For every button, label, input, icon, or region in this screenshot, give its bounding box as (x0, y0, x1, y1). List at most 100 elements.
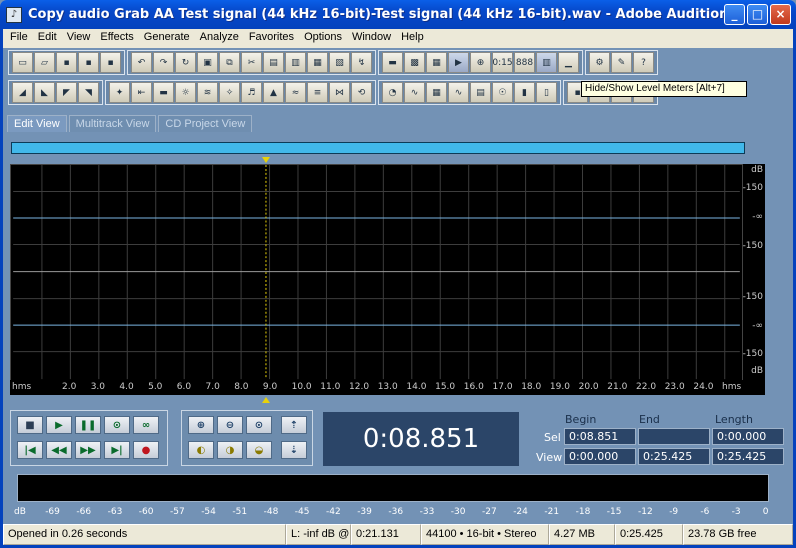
stretch-icon[interactable]: ⋈ (329, 82, 350, 103)
waveform-display[interactable] (10, 164, 743, 395)
record-button[interactable]: ● (133, 441, 159, 459)
rewind-button[interactable]: ◀◀ (46, 441, 72, 459)
batch-icon[interactable]: ⟲ (351, 82, 372, 103)
zoom-left-icon[interactable]: ◐ (188, 441, 214, 459)
sel-begin-field[interactable]: 0:08.851 (564, 428, 636, 445)
trim-icon[interactable]: ▧ (329, 52, 350, 73)
amplify-icon[interactable]: ◢ (12, 82, 33, 103)
statistics-icon[interactable]: ▤ (470, 82, 491, 103)
menu-edit[interactable]: Edit (33, 29, 62, 48)
stop-button[interactable]: ■ (17, 416, 43, 434)
spectral-view-icon[interactable]: ▩ (404, 52, 425, 73)
tab-edit-view[interactable]: Edit View (7, 115, 67, 132)
save-as-icon[interactable]: ▪ (78, 52, 99, 73)
zoom-out-icon[interactable]: ⊖ (217, 416, 243, 434)
repeat-icon[interactable]: ↻ (175, 52, 196, 73)
go-to-start-button[interactable]: |◀ (17, 441, 43, 459)
pause-button[interactable]: ❚❚ (75, 416, 101, 434)
dynamics-icon[interactable]: ▲ (263, 82, 284, 103)
time-panel-icon[interactable]: 0:15 (492, 52, 513, 73)
waveform-view-icon[interactable]: ▬ (382, 52, 403, 73)
noise-reduction-icon[interactable]: ☼ (175, 82, 196, 103)
overview-bar[interactable] (11, 142, 745, 154)
cut-icon[interactable]: ✂ (241, 52, 262, 73)
frequency-analysis-icon[interactable]: ◔ (382, 82, 403, 103)
envelope-icon[interactable]: ◤ (56, 82, 77, 103)
zoom-full-icon[interactable]: ⊙ (246, 416, 272, 434)
zoom-in-icon[interactable]: ⊕ (188, 416, 214, 434)
menu-effects[interactable]: Effects (95, 29, 138, 48)
mix-paste-icon[interactable]: ▥ (285, 52, 306, 73)
cursor-marker-bottom[interactable] (262, 397, 270, 403)
reverb-icon[interactable]: ≈ (285, 82, 306, 103)
cue-list-icon[interactable]: ▦ (426, 52, 447, 73)
minimize-button[interactable]: _ (724, 4, 745, 25)
menu-window[interactable]: Window (347, 29, 396, 48)
cursor-marker-top[interactable] (262, 157, 270, 163)
sel-length-field[interactable]: 0:00.000 (712, 428, 784, 445)
copy-icon[interactable]: ⧉ (219, 52, 240, 73)
sine-generate-icon[interactable]: ∿ (448, 82, 469, 103)
beat-icon[interactable]: ▮ (514, 82, 535, 103)
zoom-selection-icon[interactable]: ◑ (217, 441, 243, 459)
tone-icon[interactable]: ☉ (492, 82, 513, 103)
silence-icon[interactable]: ▬ (153, 82, 174, 103)
open-folder-icon[interactable]: ▱ (34, 52, 55, 73)
phase-analysis-icon[interactable]: ∿ (404, 82, 425, 103)
script-icon[interactable]: ✎ (611, 52, 632, 73)
go-to-end-button[interactable]: ▶| (104, 441, 130, 459)
zoom-in-vertical-icon[interactable]: ⇡ (281, 416, 307, 434)
delay-icon[interactable]: ✧ (219, 82, 240, 103)
marker-icon[interactable]: ▯ (536, 82, 557, 103)
paste-new-icon[interactable]: ▦ (307, 52, 328, 73)
view-length-field[interactable]: 0:25.425 (712, 448, 784, 465)
zoom-panel-icon[interactable]: ⊕ (470, 52, 491, 73)
view-begin-field[interactable]: 0:00.000 (564, 448, 636, 465)
menu-view[interactable]: View (62, 29, 96, 48)
paste-icon[interactable]: ▤ (263, 52, 284, 73)
menu-analyze[interactable]: Analyze (195, 29, 244, 48)
menu-generate[interactable]: Generate (139, 29, 195, 48)
save-icon[interactable]: ▪ (56, 52, 77, 73)
sel-end-field[interactable] (638, 428, 710, 445)
status-bar-icon[interactable]: ▁ (558, 52, 579, 73)
play-button[interactable]: ▶ (46, 416, 72, 434)
select-icon[interactable]: ▣ (197, 52, 218, 73)
redo-icon[interactable]: ↷ (153, 52, 174, 73)
close-button[interactable]: × (770, 4, 791, 25)
menu-options[interactable]: Options (299, 29, 347, 48)
view-end-field[interactable]: 0:25.425 (638, 448, 710, 465)
level-meters-icon[interactable]: ▥ (536, 52, 557, 73)
zoom-right-icon[interactable]: ◒ (246, 441, 272, 459)
play-to-end-button[interactable]: ⊙ (104, 416, 130, 434)
help-icon[interactable]: ? (633, 52, 654, 73)
normalize-icon[interactable]: ◣ (34, 82, 55, 103)
level-meter[interactable] (17, 474, 769, 502)
pitch-icon[interactable]: ♬ (241, 82, 262, 103)
menu-help[interactable]: Help (396, 29, 429, 48)
filter-icon[interactable]: ≋ (197, 82, 218, 103)
reverse-icon[interactable]: ⇤ (131, 82, 152, 103)
convert-icon[interactable]: ↯ (351, 52, 372, 73)
fade-icon[interactable]: ◥ (78, 82, 99, 103)
view-tabs: Edit View Multitrack View CD Project Vie… (7, 115, 253, 132)
save-all-icon[interactable]: ▪ (100, 52, 121, 73)
menu-favorites[interactable]: Favorites (244, 29, 299, 48)
graphic-eq-icon[interactable]: ≡ (307, 82, 328, 103)
spectrum-icon[interactable]: ▦ (426, 82, 447, 103)
loop-button[interactable]: ∞ (133, 416, 159, 434)
time-ruler[interactable]: hms hms 2.0 3.0 4.0 5.0 6.0 7.0 8.0 9.0 10.0 11.0… (10, 380, 765, 395)
maximize-button[interactable]: □ (747, 4, 768, 25)
fast-forward-button[interactable]: ▶▶ (75, 441, 101, 459)
wand-icon[interactable]: ✦ (109, 82, 130, 103)
edit-toolbar: ↶ ↷ ↻ ▣ ⧉ ✂ ▤ ▥ ▦ ▧ ↯ (127, 50, 376, 75)
settings-icon[interactable]: ⚙ (589, 52, 610, 73)
tab-cd-project-view[interactable]: CD Project View (158, 115, 253, 132)
menu-file[interactable]: File (5, 29, 33, 48)
undo-icon[interactable]: ↶ (131, 52, 152, 73)
selection-panel-icon[interactable]: 888 (514, 52, 535, 73)
new-file-icon[interactable]: ▭ (12, 52, 33, 73)
tab-multitrack-view[interactable]: Multitrack View (68, 115, 157, 132)
transport-icon[interactable]: ▶ (448, 52, 469, 73)
zoom-out-vertical-icon[interactable]: ⇣ (281, 441, 307, 459)
